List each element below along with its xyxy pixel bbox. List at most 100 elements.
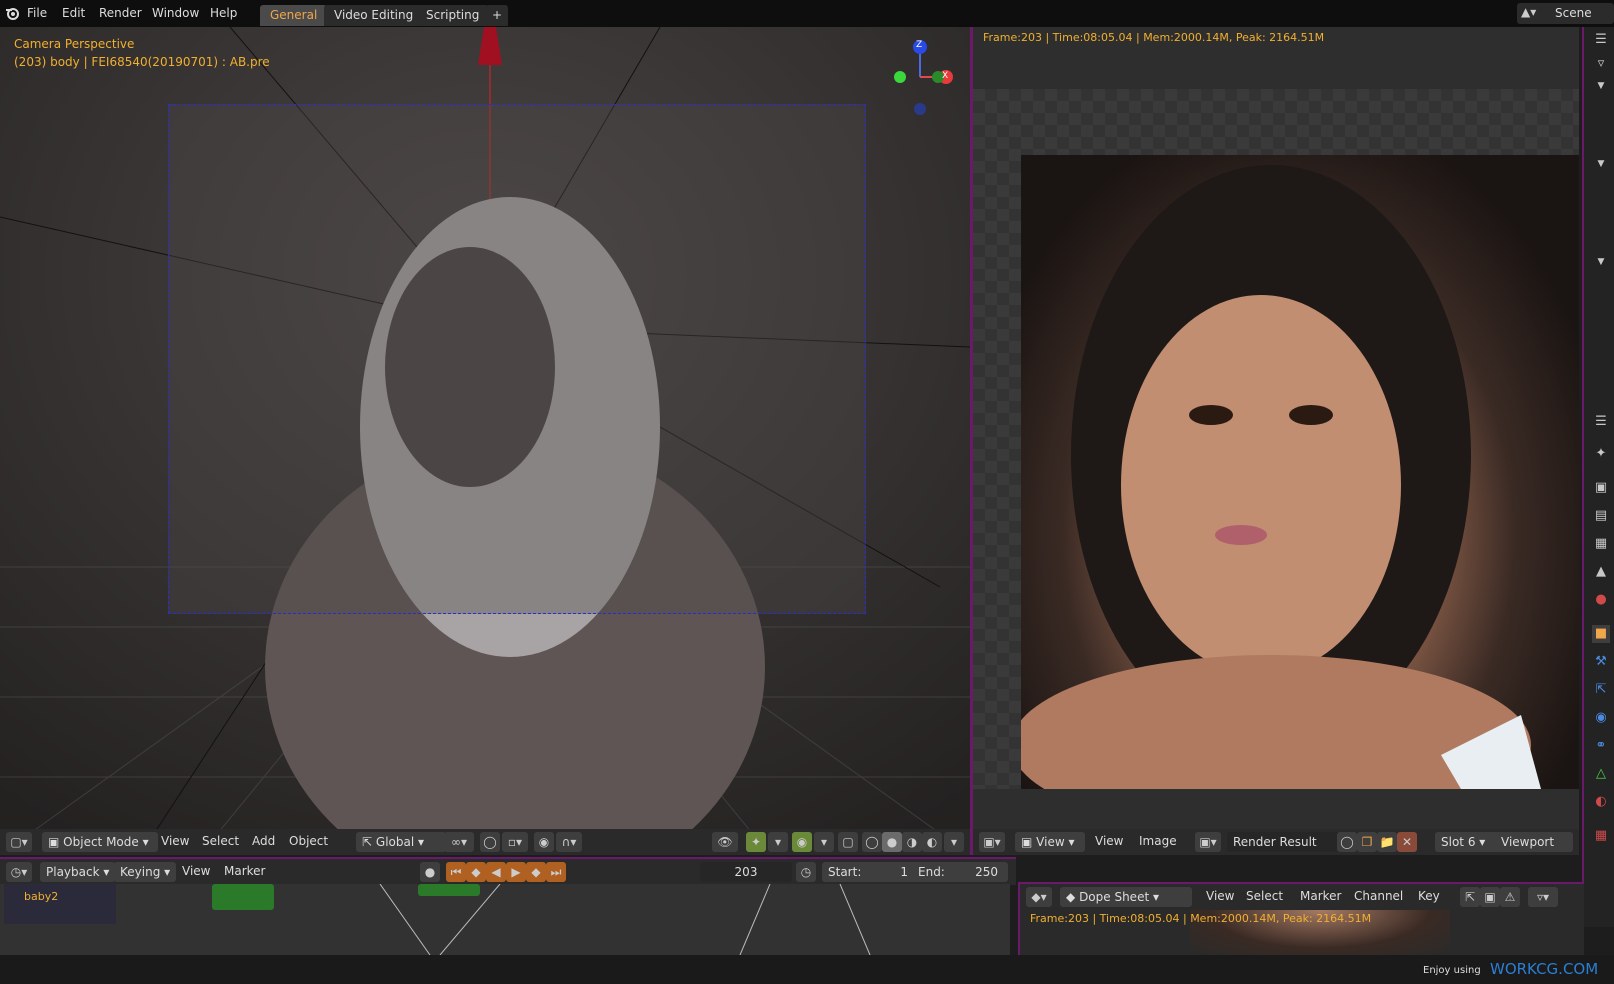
scene-selector[interactable]: ▲▾ Scene [1517, 3, 1614, 24]
output-properties-icon[interactable]: ▤ [1592, 507, 1610, 525]
filter-icon[interactable]: ▿ [1592, 55, 1610, 73]
dopesheet-menu-channel[interactable]: Channel [1354, 889, 1403, 903]
blender-logo-icon[interactable] [5, 6, 19, 20]
prev-keyframe-icon[interactable]: ◆ [466, 862, 486, 882]
mode-dropdown[interactable]: ▣ Object Mode ▾ [42, 832, 158, 852]
xray-icon[interactable]: ▢ [838, 832, 858, 852]
node-editor[interactable]: baby2 [0, 884, 1010, 955]
preview-range-icon[interactable]: ◷ [796, 862, 816, 882]
shading-material-icon[interactable]: ◑ [902, 832, 922, 852]
record-icon[interactable]: ● [420, 862, 440, 882]
collapse-arrow-icon-3[interactable]: ▼ [1592, 253, 1610, 271]
physics-properties-icon[interactable]: ◉ [1592, 709, 1610, 727]
timeline-editor-type-button[interactable]: ◷▾ [6, 862, 32, 882]
data-properties-icon[interactable]: △ [1592, 765, 1610, 783]
shading-solid-icon[interactable]: ● [882, 832, 902, 852]
texture-properties-icon[interactable]: ▦ [1592, 827, 1610, 845]
green-node-2[interactable] [418, 884, 480, 896]
new-image-icon[interactable]: ❐ [1357, 832, 1377, 852]
snap-target-icon[interactable]: ▫▾ [502, 832, 528, 852]
current-frame-field[interactable]: 203 [700, 862, 792, 882]
play-reverse-icon[interactable]: ◀ [486, 862, 506, 882]
jump-end-icon[interactable]: ⏭ [546, 862, 566, 882]
show-hidden-icon[interactable]: ▣ [1480, 887, 1500, 907]
timeline-menu-marker[interactable]: Marker [224, 864, 265, 878]
playback-dropdown[interactable]: Playback ▾ [40, 862, 116, 882]
modifier-properties-icon[interactable]: ⚒ [1592, 653, 1610, 671]
node-panel[interactable] [4, 884, 116, 924]
dopesheet-editor-type-button[interactable]: ◆▾ [1026, 887, 1052, 907]
3d-viewport[interactable]: Camera Perspective (203) body | FEI68540… [0, 27, 973, 855]
play-icon[interactable]: ▶ [506, 862, 526, 882]
dopesheet-menu-marker[interactable]: Marker [1300, 889, 1341, 903]
image-editor-type-button[interactable]: ▣▾ [979, 832, 1005, 852]
pivot-icon[interactable]: ∞▾ [444, 832, 474, 852]
proportional-edit-icon[interactable]: ◉ [534, 832, 554, 852]
viewport-menu-view[interactable]: View [161, 834, 189, 848]
outliner-icon[interactable]: ☰ [1592, 31, 1610, 49]
viewport-menu-select[interactable]: Select [202, 834, 239, 848]
dopesheet-menu-key[interactable]: Key [1418, 889, 1440, 903]
add-workspace-button[interactable]: + [486, 5, 509, 26]
dopesheet-menu-view[interactable]: View [1206, 889, 1234, 903]
shading-rendered-icon[interactable]: ◐ [922, 832, 942, 852]
falloff-icon[interactable]: ∩▾ [556, 832, 582, 852]
keying-dropdown[interactable]: Keying ▾ [114, 862, 177, 882]
open-image-icon[interactable]: 📁 [1377, 832, 1397, 852]
snap-icon[interactable]: ◯ [480, 832, 500, 852]
shading-dropdown-icon[interactable]: ▾ [944, 832, 964, 852]
image-browse-icon[interactable]: ▣▾ [1195, 832, 1221, 852]
tab-scripting[interactable]: Scripting [416, 5, 490, 26]
overlay-dropdown-icon[interactable]: ▾ [814, 832, 834, 852]
render-properties-icon[interactable]: ▣ [1592, 479, 1610, 497]
image-name-field[interactable]: Render Result [1227, 832, 1341, 852]
properties-editor-icon[interactable]: ☰ [1592, 413, 1610, 431]
slot-dropdown[interactable]: Slot 6 ▾ [1435, 832, 1499, 852]
unlink-image-icon[interactable]: ✕ [1397, 832, 1417, 852]
image-editor[interactable]: Frame:203 | Time:08:05.04 | Mem:2000.14M… [973, 27, 1579, 855]
navigation-gizmo[interactable]: Z X [880, 37, 960, 117]
view-mode-dropdown[interactable]: ▣ View ▾ [1015, 832, 1085, 852]
viewport-dropdown[interactable]: Viewport [1495, 832, 1573, 852]
orientation-dropdown[interactable]: ⇱ Global ▾ [356, 832, 446, 852]
dopesheet-filter-icon[interactable]: ▿▾ [1528, 887, 1558, 907]
collapse-arrow-icon-2[interactable]: ▼ [1592, 155, 1610, 173]
collapse-arrow-icon[interactable]: ▼ [1592, 77, 1610, 95]
menu-edit[interactable]: Edit [62, 6, 85, 20]
menu-render[interactable]: Render [99, 6, 142, 20]
menu-help[interactable]: Help [210, 6, 237, 20]
menu-file[interactable]: File [27, 6, 47, 20]
timeline-menu-view[interactable]: View [182, 864, 210, 878]
viewport-menu-object[interactable]: Object [289, 834, 328, 848]
visibility-icon[interactable]: 👁 [712, 832, 738, 852]
green-node[interactable] [212, 884, 274, 910]
material-properties-icon[interactable]: ◐ [1592, 793, 1610, 811]
scene-properties-icon[interactable]: ▲ [1592, 563, 1610, 581]
overlay-toggle-icon[interactable]: ◉ [792, 832, 812, 852]
view-layer-properties-icon[interactable]: ▦ [1592, 535, 1610, 553]
tool-properties-icon[interactable]: ✦ [1592, 445, 1610, 463]
dopesheet-mode-dropdown[interactable]: ◆ Dope Sheet ▾ [1060, 887, 1192, 907]
object-properties-icon[interactable]: ■ [1592, 625, 1610, 643]
dopesheet-area[interactable]: Frame:203 | Time:08:05.04 | Mem:2000.14M… [1018, 910, 1584, 955]
gizmo-dropdown-icon[interactable]: ▾ [768, 832, 788, 852]
particle-properties-icon[interactable]: ⇱ [1592, 681, 1610, 699]
image-menu-image[interactable]: Image [1139, 834, 1177, 848]
viewport-menu-add[interactable]: Add [252, 834, 275, 848]
only-selected-icon[interactable]: ⇱ [1460, 887, 1480, 907]
editor-type-button[interactable]: ▢▾ [6, 832, 32, 852]
tab-video-editing[interactable]: Video Editing [324, 5, 424, 26]
image-menu-view[interactable]: View [1095, 834, 1123, 848]
menu-window[interactable]: Window [152, 6, 199, 20]
end-frame-field[interactable]: End: 250 [912, 862, 1008, 882]
shading-wireframe-icon[interactable]: ◯ [862, 832, 882, 852]
fake-user-icon[interactable]: ◯ [1337, 832, 1357, 852]
jump-start-icon[interactable]: ⏮ [446, 862, 466, 882]
gizmo-toggle-icon[interactable]: ✦ [746, 832, 766, 852]
constraint-properties-icon[interactable]: ⚭ [1592, 737, 1610, 755]
start-frame-field[interactable]: Start: 1 [822, 862, 918, 882]
errors-icon[interactable]: ⚠ [1500, 887, 1520, 907]
next-keyframe-icon[interactable]: ◆ [526, 862, 546, 882]
tab-general[interactable]: General [260, 5, 328, 26]
world-properties-icon[interactable]: ● [1592, 591, 1610, 609]
